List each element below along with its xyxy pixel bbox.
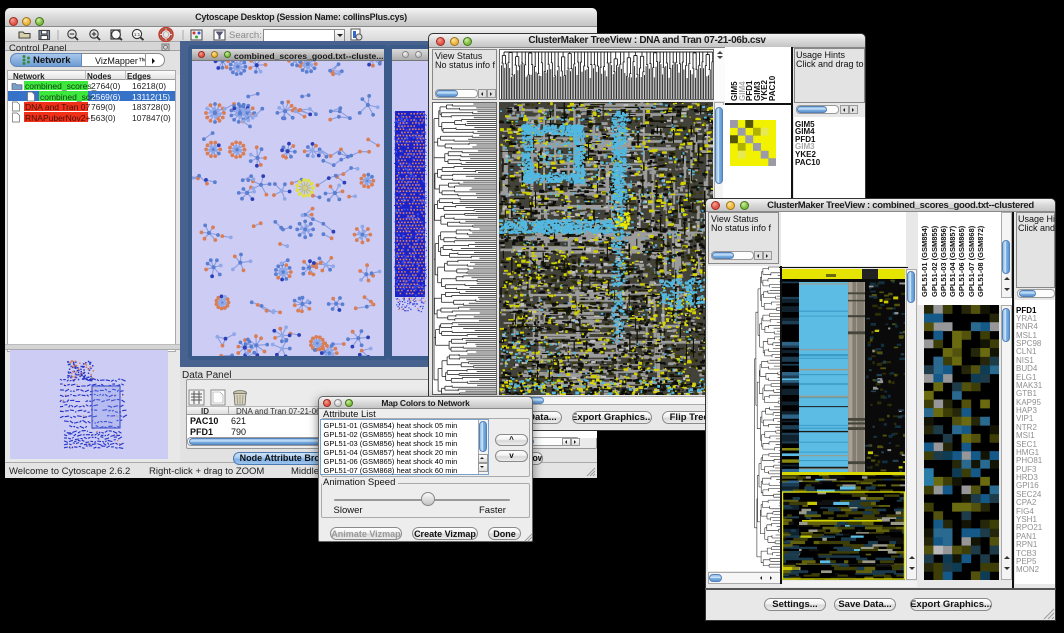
svg-text:1:1: 1:1 <box>134 32 141 37</box>
